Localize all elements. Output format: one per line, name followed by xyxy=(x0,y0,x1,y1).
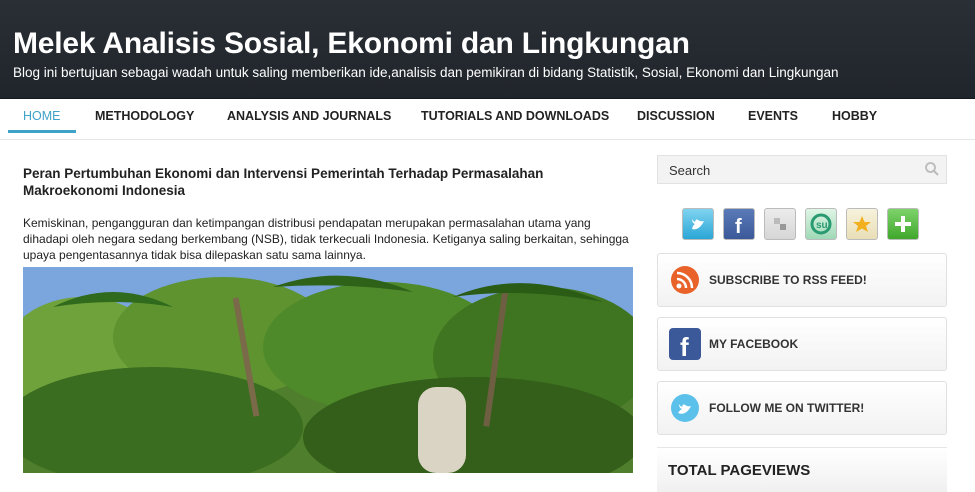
post-summary: Peran Pertumbuhan Ekonomi dan Intervensi… xyxy=(23,165,633,263)
total-pageviews-widget: TOTAL PAGEVIEWS xyxy=(657,447,947,492)
nav-events[interactable]: EVENTS xyxy=(733,100,813,133)
nav-home[interactable]: HOME xyxy=(8,100,76,133)
svg-text:f: f xyxy=(680,332,689,360)
twitter-follow-label: FOLLOW ME ON TWITTER! xyxy=(709,401,865,415)
site-title[interactable]: Melek Analisis Sosial, Ekonomi dan Lingk… xyxy=(13,27,690,61)
favorite-star-icon[interactable] xyxy=(846,208,878,240)
site-header: Melek Analisis Sosial, Ekonomi dan Lingk… xyxy=(0,0,975,99)
search-box[interactable]: Search xyxy=(657,155,947,184)
rss-icon xyxy=(671,266,699,294)
nav-hobby[interactable]: HOBBY xyxy=(817,100,892,133)
twitter-bird-icon xyxy=(671,394,699,422)
facebook-box[interactable]: f MY FACEBOOK xyxy=(657,317,947,371)
site-description: Blog ini bertujuan sebagai wadah untuk s… xyxy=(13,65,839,80)
twitter-icon[interactable] xyxy=(682,208,714,240)
facebook-icon[interactable]: f xyxy=(723,208,755,240)
svg-text:su: su xyxy=(816,220,828,231)
rss-subscribe-label: SUBSCRIBE TO RSS FEED! xyxy=(709,273,867,287)
nav-tutorials-and-downloads[interactable]: TUTORIALS AND DOWNLOADS xyxy=(406,100,624,133)
add-plus-icon[interactable] xyxy=(887,208,919,240)
facebook-label: MY FACEBOOK xyxy=(709,337,799,351)
twitter-follow-box[interactable]: FOLLOW ME ON TWITTER! xyxy=(657,381,947,435)
main-navigation: HOME METHODOLOGY ANALYSIS AND JOURNALS T… xyxy=(0,100,975,140)
rss-subscribe-box[interactable]: SUBSCRIBE TO RSS FEED! xyxy=(657,253,947,307)
search-icon[interactable] xyxy=(924,161,940,177)
total-pageviews-title: TOTAL PAGEVIEWS xyxy=(668,462,811,479)
delicious-icon[interactable] xyxy=(764,208,796,240)
nav-analysis-and-journals[interactable]: ANALYSIS AND JOURNALS xyxy=(212,100,406,133)
svg-text:f: f xyxy=(735,216,742,238)
nav-methodology[interactable]: METHODOLOGY xyxy=(80,100,209,133)
post-featured-image[interactable] xyxy=(23,267,633,473)
post-title[interactable]: Peran Pertumbuhan Ekonomi dan Intervensi… xyxy=(23,165,633,199)
stumbleupon-icon[interactable]: su xyxy=(805,208,837,240)
facebook-icon: f xyxy=(669,328,701,360)
tropical-palm-scene xyxy=(23,267,633,473)
post-excerpt: Kemiskinan, pengangguran dan ketimpangan… xyxy=(23,216,629,262)
nav-discussion[interactable]: DISCUSSION xyxy=(622,100,730,133)
search-input[interactable]: Search xyxy=(669,163,710,178)
